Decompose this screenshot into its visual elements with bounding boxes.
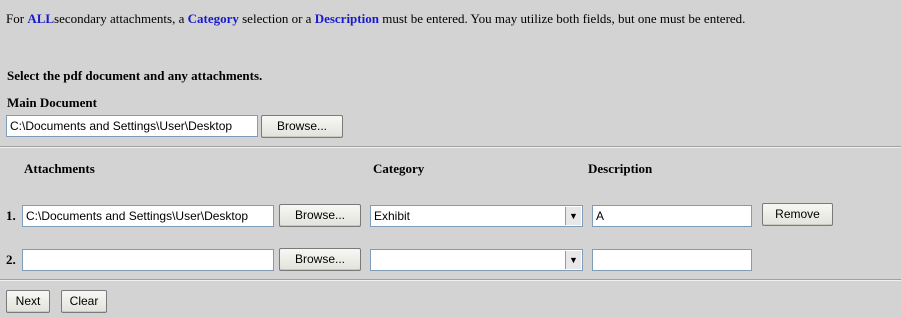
attachment-1-description-input[interactable]: A	[592, 205, 752, 227]
attachment-2-path-input[interactable]	[22, 249, 274, 271]
instructions-prefix: For	[6, 11, 28, 26]
attachment-1-browse-button[interactable]: Browse...	[279, 204, 361, 227]
divider-top	[0, 146, 901, 148]
select-heading: Select the pdf document and any attachme…	[7, 68, 263, 83]
description-column-header: Description	[588, 161, 653, 176]
all-keyword: ALL	[27, 11, 55, 26]
attachment-1-remove-button[interactable]: Remove	[762, 203, 833, 226]
main-document-browse-button[interactable]: Browse...	[261, 115, 343, 138]
instructions-mid2: selection or a	[238, 11, 315, 26]
attachment-1-path-input[interactable]: C:\Documents and Settings\User\Desktop	[22, 205, 274, 227]
divider-bottom	[0, 279, 901, 281]
category-keyword: Category	[187, 11, 239, 26]
row-number-1: 1.	[6, 208, 16, 223]
instructions-text: For ALLsecondary attachments, a Category…	[6, 11, 745, 27]
instructions-mid1: secondary attachments, a	[54, 11, 188, 26]
chevron-down-icon[interactable]: ▼	[565, 207, 581, 225]
instructions-suffix: must be entered. You may utilize both fi…	[378, 11, 746, 26]
attachments-column-header: Attachments	[24, 161, 95, 176]
attachment-2-description-input[interactable]	[592, 249, 752, 271]
attachment-1-category-value: Exhibit	[374, 209, 411, 223]
next-button[interactable]: Next	[6, 290, 50, 313]
attachment-2-category-select[interactable]: ▼	[370, 249, 583, 271]
attachment-2-browse-button[interactable]: Browse...	[279, 248, 361, 271]
main-document-label: Main Document	[7, 95, 97, 110]
chevron-down-icon[interactable]: ▼	[565, 251, 581, 269]
clear-button[interactable]: Clear	[61, 290, 107, 313]
main-document-path-input[interactable]: C:\Documents and Settings\User\Desktop	[6, 115, 258, 137]
description-keyword: Description	[314, 11, 379, 26]
category-column-header: Category	[373, 161, 425, 176]
row-number-2: 2.	[6, 252, 16, 267]
attachment-1-category-select[interactable]: Exhibit ▼	[370, 205, 583, 227]
